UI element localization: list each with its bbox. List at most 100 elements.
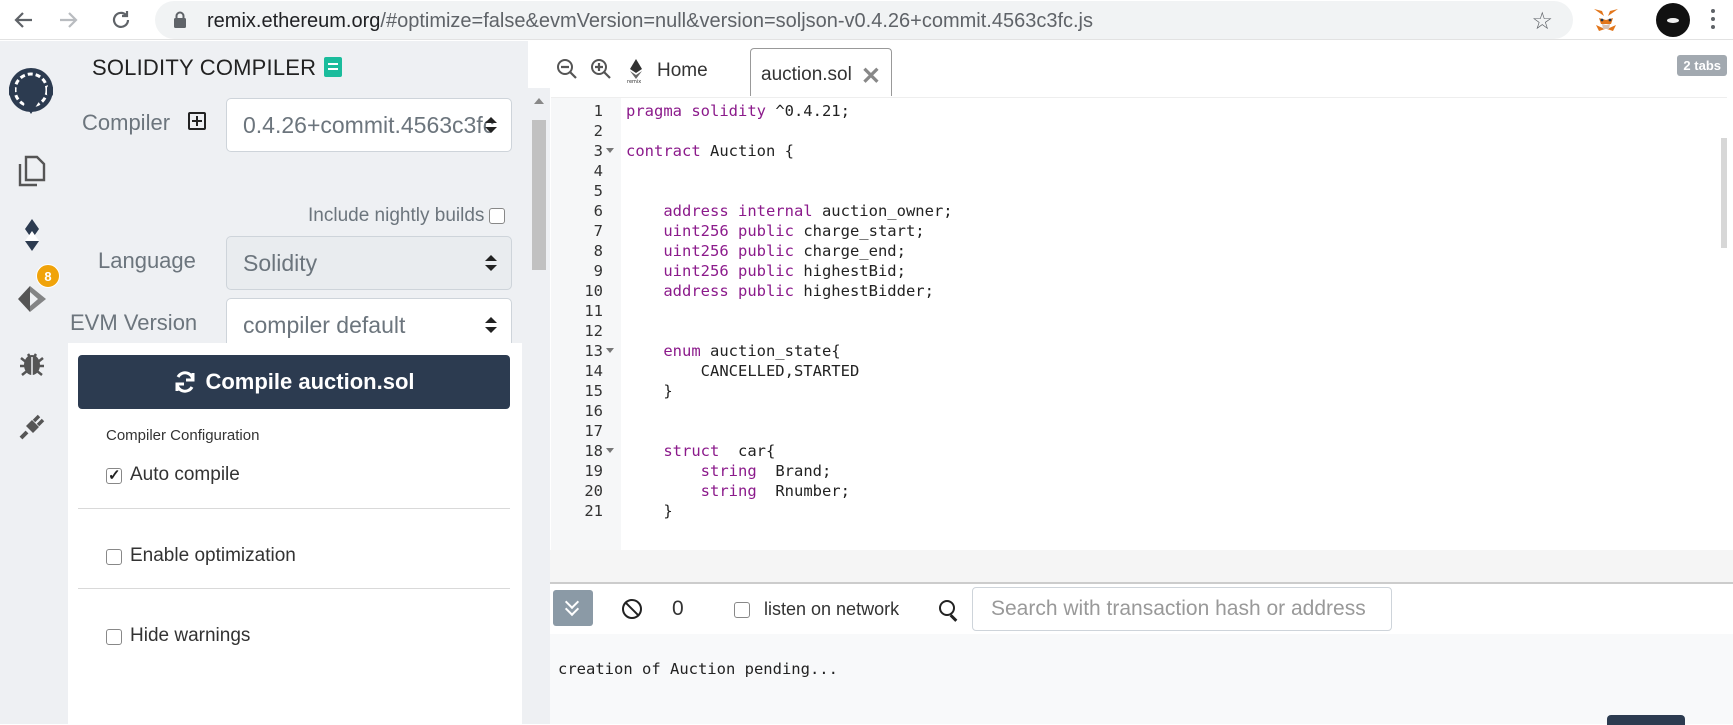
- remix-logo-icon[interactable]: [2, 63, 60, 121]
- editor-resize-area[interactable]: [550, 550, 1733, 584]
- code-line[interactable]: 7 uint256 public charge_start;: [551, 220, 1727, 242]
- address-bar[interactable]: remix.ethereum.org/#optimize=false&evmVe…: [155, 1, 1573, 39]
- scroll-up-arrow-icon[interactable]: [534, 98, 544, 104]
- solidity-compiler-icon[interactable]: [14, 217, 50, 253]
- line-number: 13: [584, 342, 603, 360]
- code-line[interactable]: 9 uint256 public highestBid;: [551, 260, 1727, 282]
- compile-button[interactable]: Compile auction.sol: [78, 355, 510, 409]
- code-line[interactable]: 12: [551, 320, 1727, 342]
- line-number: 20: [584, 482, 603, 500]
- compile-button-label: Compile auction.sol: [205, 369, 415, 394]
- code-line[interactable]: 2: [551, 120, 1727, 142]
- transaction-search-input[interactable]: [972, 587, 1392, 631]
- compiler-version-value: 0.4.26+commit.4563c3fc: [243, 112, 495, 138]
- language-label: Language: [98, 248, 196, 273]
- line-number: 8: [593, 242, 603, 260]
- reload-button[interactable]: [105, 4, 137, 36]
- code-text: address public highestBidder;: [663, 282, 934, 300]
- code-line[interactable]: 16: [551, 400, 1727, 422]
- language-select[interactable]: Solidity: [226, 236, 512, 290]
- code-editor[interactable]: 1 pragma solidity ^0.4.21; 2 3 contract Auct…: [551, 97, 1727, 550]
- panel-scrollbar[interactable]: [528, 88, 550, 724]
- code-line[interactable]: 15 }: [551, 380, 1727, 402]
- code-line[interactable]: 3 contract Auction {: [551, 140, 1727, 162]
- line-number: 21: [584, 502, 603, 520]
- line-number: 10: [584, 282, 603, 300]
- clear-console-icon[interactable]: [622, 599, 642, 619]
- tab-file-label: auction.sol: [761, 64, 852, 85]
- zoom-in-icon[interactable]: [590, 58, 612, 80]
- line-number: 1: [593, 102, 603, 120]
- fold-arrow-icon[interactable]: [606, 448, 614, 453]
- code-line[interactable]: 17: [551, 420, 1727, 442]
- search-icon: [939, 600, 955, 616]
- url-text: remix.ethereum.org/#optimize=false&evmVe…: [207, 10, 1093, 33]
- line-number: 18: [584, 442, 603, 460]
- metamask-extension-icon[interactable]: [1591, 5, 1621, 35]
- line-number: 15: [584, 382, 603, 400]
- code-line[interactable]: 6 address internal auction_owner;: [551, 200, 1727, 222]
- close-tab-icon[interactable]: ✕: [861, 62, 881, 91]
- code-line[interactable]: 20 string Rnumber;: [551, 480, 1727, 502]
- back-button[interactable]: [8, 4, 40, 36]
- code-line[interactable]: 21 }: [551, 500, 1727, 522]
- evm-version-label: EVM Version: [70, 310, 198, 335]
- file-explorer-icon[interactable]: [14, 153, 50, 189]
- documentation-icon[interactable]: [324, 57, 342, 77]
- select-arrows-icon: [485, 252, 497, 274]
- code-text: CANCELLED,STARTED: [626, 362, 860, 380]
- code-line[interactable]: 18 struct car{: [551, 440, 1727, 462]
- zoom-out-icon[interactable]: [556, 58, 578, 80]
- line-number: 3: [593, 142, 603, 160]
- editor-tabs-bar: remix Home auction.sol ✕ 2 tabs: [550, 41, 1733, 96]
- code-line[interactable]: 10 address public highestBidder;: [551, 280, 1727, 302]
- collapse-terminal-button[interactable]: [553, 590, 593, 626]
- code-line[interactable]: 19 string Brand;: [551, 460, 1727, 482]
- compiler-version-select[interactable]: 0.4.26+commit.4563c3fc: [226, 98, 512, 152]
- line-number: 17: [584, 422, 603, 440]
- code-text: }: [626, 502, 673, 520]
- enable-optimization-checkbox[interactable]: [106, 549, 122, 565]
- code-line[interactable]: 14 CANCELLED,STARTED: [551, 360, 1727, 382]
- fold-arrow-icon[interactable]: [606, 348, 614, 353]
- compile-card: Compile auction.sol Compiler Configurati…: [68, 343, 522, 724]
- code-line[interactable]: 13 enum auction_state{: [551, 340, 1727, 362]
- code-text: pragma solidity ^0.4.21;: [626, 102, 850, 120]
- code-line[interactable]: 5: [551, 180, 1727, 202]
- code-text: enum auction_state{: [663, 342, 841, 360]
- debugger-icon[interactable]: [14, 345, 50, 381]
- tab-home[interactable]: remix Home: [625, 51, 708, 91]
- terminal-log-line: creation of Auction pending...: [558, 660, 838, 678]
- panel-header: SOLIDITY COMPILER: [62, 41, 528, 88]
- back-arrow-icon: [14, 12, 32, 28]
- terminal-toolbar: 0 listen on network: [550, 584, 1733, 634]
- browser-menu-icon[interactable]: [1703, 6, 1723, 34]
- evm-version-value: compiler default: [243, 312, 406, 338]
- code-line[interactable]: 11: [551, 300, 1727, 322]
- remix-home-icon: remix: [627, 59, 642, 84]
- profile-avatar[interactable]: [1656, 3, 1690, 37]
- add-compiler-icon[interactable]: [188, 112, 206, 130]
- panel-scroll-thumb[interactable]: [532, 120, 546, 270]
- auto-compile-label: Auto compile: [130, 464, 240, 485]
- tabs-count-badge: 2 tabs: [1677, 55, 1727, 76]
- panel-body: Compiler 0.4.26+commit.4563c3fc Include …: [62, 88, 522, 724]
- editor-scrollbar[interactable]: [1721, 138, 1727, 248]
- tab-auction-sol[interactable]: auction.sol ✕: [750, 48, 892, 96]
- bookmark-star-icon[interactable]: ☆: [1531, 7, 1553, 36]
- forward-button[interactable]: [52, 4, 84, 36]
- plugin-manager-icon[interactable]: [14, 409, 50, 445]
- hide-warnings-checkbox[interactable]: [106, 629, 122, 645]
- fold-arrow-icon[interactable]: [606, 148, 614, 153]
- listen-network-checkbox[interactable]: [734, 602, 750, 618]
- deploy-run-icon[interactable]: [14, 281, 50, 317]
- code-line[interactable]: 8 uint256 public charge_end;: [551, 240, 1727, 262]
- auto-compile-checkbox[interactable]: [106, 466, 122, 484]
- nightly-builds-checkbox[interactable]: [489, 208, 505, 224]
- code-line[interactable]: 1 pragma solidity ^0.4.21;: [551, 100, 1727, 122]
- panel-title: SOLIDITY COMPILER: [92, 55, 317, 80]
- line-number: 2: [593, 122, 603, 140]
- select-arrows-icon: [485, 314, 497, 336]
- svg-text:remix: remix: [627, 79, 641, 84]
- code-line[interactable]: 4: [551, 160, 1727, 182]
